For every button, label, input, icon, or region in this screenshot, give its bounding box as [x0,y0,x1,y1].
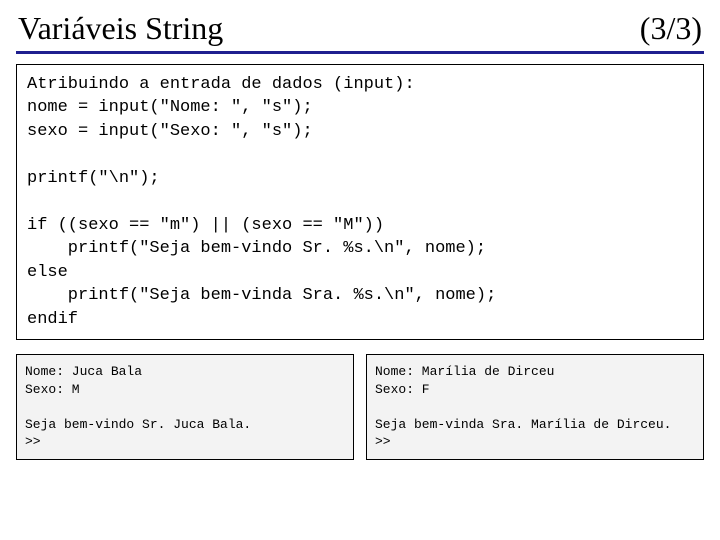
slide-title: Variáveis String [18,10,223,47]
divider [16,51,704,54]
output-row: Nome: Juca Bala Sexo: M Seja bem-vindo S… [16,354,704,460]
code-block: Atribuindo a entrada de dados (input): n… [16,64,704,340]
slide-header: Variáveis String (3/3) [16,8,704,51]
page-indicator: (3/3) [640,10,702,47]
output-left: Nome: Juca Bala Sexo: M Seja bem-vindo S… [16,354,354,460]
output-right: Nome: Marília de Dirceu Sexo: F Seja bem… [366,354,704,460]
